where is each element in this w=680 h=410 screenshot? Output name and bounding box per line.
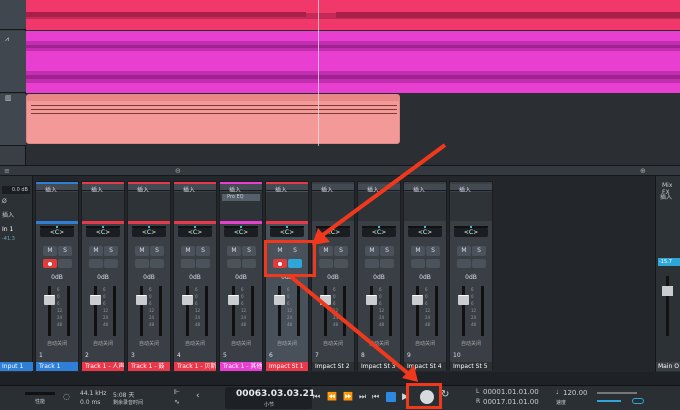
annotation-arrows: [288, 143, 447, 382]
